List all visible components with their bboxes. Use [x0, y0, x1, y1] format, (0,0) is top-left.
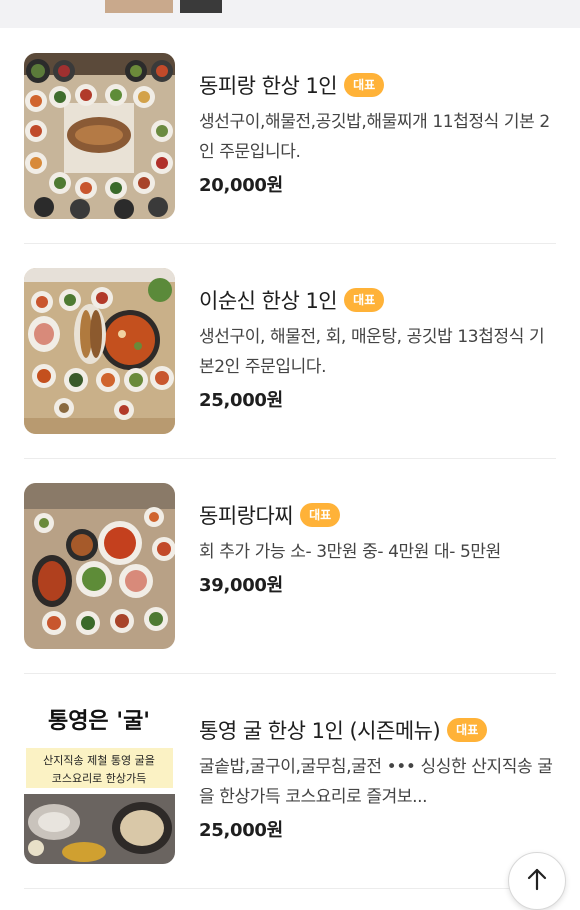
menu-item-name: 동피랑 한상 1인: [199, 74, 338, 98]
divider: [24, 888, 556, 889]
promo-line-2: 코스요리로 한상가득: [52, 772, 147, 785]
menu-item-photo[interactable]: 통영은 '굴' 산지직송 제철 통영 굴을 코스요리로 한상가득: [24, 698, 175, 864]
menu-item-price: 20,000원: [199, 175, 283, 196]
menu-item-photo[interactable]: [24, 268, 175, 434]
menu-item[interactable]: 통영은 '굴' 산지직송 제철 통영 굴을 코스요리로 한상가득 통영 굴 한상…: [0, 673, 580, 888]
menu-item-name: 동피랑다찌: [199, 504, 294, 528]
promo-headline: 통영은 '굴': [48, 709, 150, 734]
signature-badge: 대표: [344, 288, 385, 312]
tab-thumbnail[interactable]: [105, 0, 173, 13]
menu-item-price: 25,000원: [199, 390, 283, 411]
menu-item-name: 이순신 한상 1인: [199, 289, 338, 313]
tab-indicator: [180, 0, 222, 13]
signature-badge: 대표: [447, 718, 488, 742]
top-tab-strip: [0, 0, 580, 28]
arrow-up-icon: [526, 867, 548, 895]
menu-item-description: 생선구이, 해물전, 회, 매운탕, 공깃밥 13첩정식 기본2인 주문입니다.: [199, 327, 545, 377]
menu-item-description: 생선구이,해물전,공깃밥,해물찌개 11첩정식 기본 2인 주문입니다.: [199, 112, 550, 162]
promo-line-1: 산지직송 제철 통영 굴을: [43, 754, 155, 767]
menu-item-description: 굴솥밥,굴구이,굴무침,굴전 ••• 싱싱한 산지직송 굴을 한상가득 코스요리…: [199, 757, 553, 807]
menu-item[interactable]: 동피랑다찌 대표 회 추가 가능 소- 3만원 중- 4만원 대- 5만원 39…: [0, 458, 580, 673]
menu-item[interactable]: 이순신 한상 1인 대표 생선구이, 해물전, 회, 매운탕, 공깃밥 13첩정…: [0, 243, 580, 458]
menu-item-photo[interactable]: [24, 53, 175, 219]
menu-item[interactable]: 동피랑 한상 1인 대표 생선구이,해물전,공깃밥,해물찌개 11첩정식 기본 …: [0, 28, 580, 243]
menu-item-price: 25,000원: [199, 820, 283, 841]
signature-badge: 대표: [344, 73, 385, 97]
menu-item-photo[interactable]: [24, 483, 175, 649]
menu-item-price: 39,000원: [199, 575, 283, 596]
menu-item-description: 회 추가 가능 소- 3만원 중- 4만원 대- 5만원: [199, 542, 501, 562]
signature-badge: 대표: [300, 503, 341, 527]
menu-item-name: 통영 굴 한상 1인 (시즌메뉴): [199, 719, 441, 743]
scroll-to-top-button[interactable]: [508, 852, 566, 910]
